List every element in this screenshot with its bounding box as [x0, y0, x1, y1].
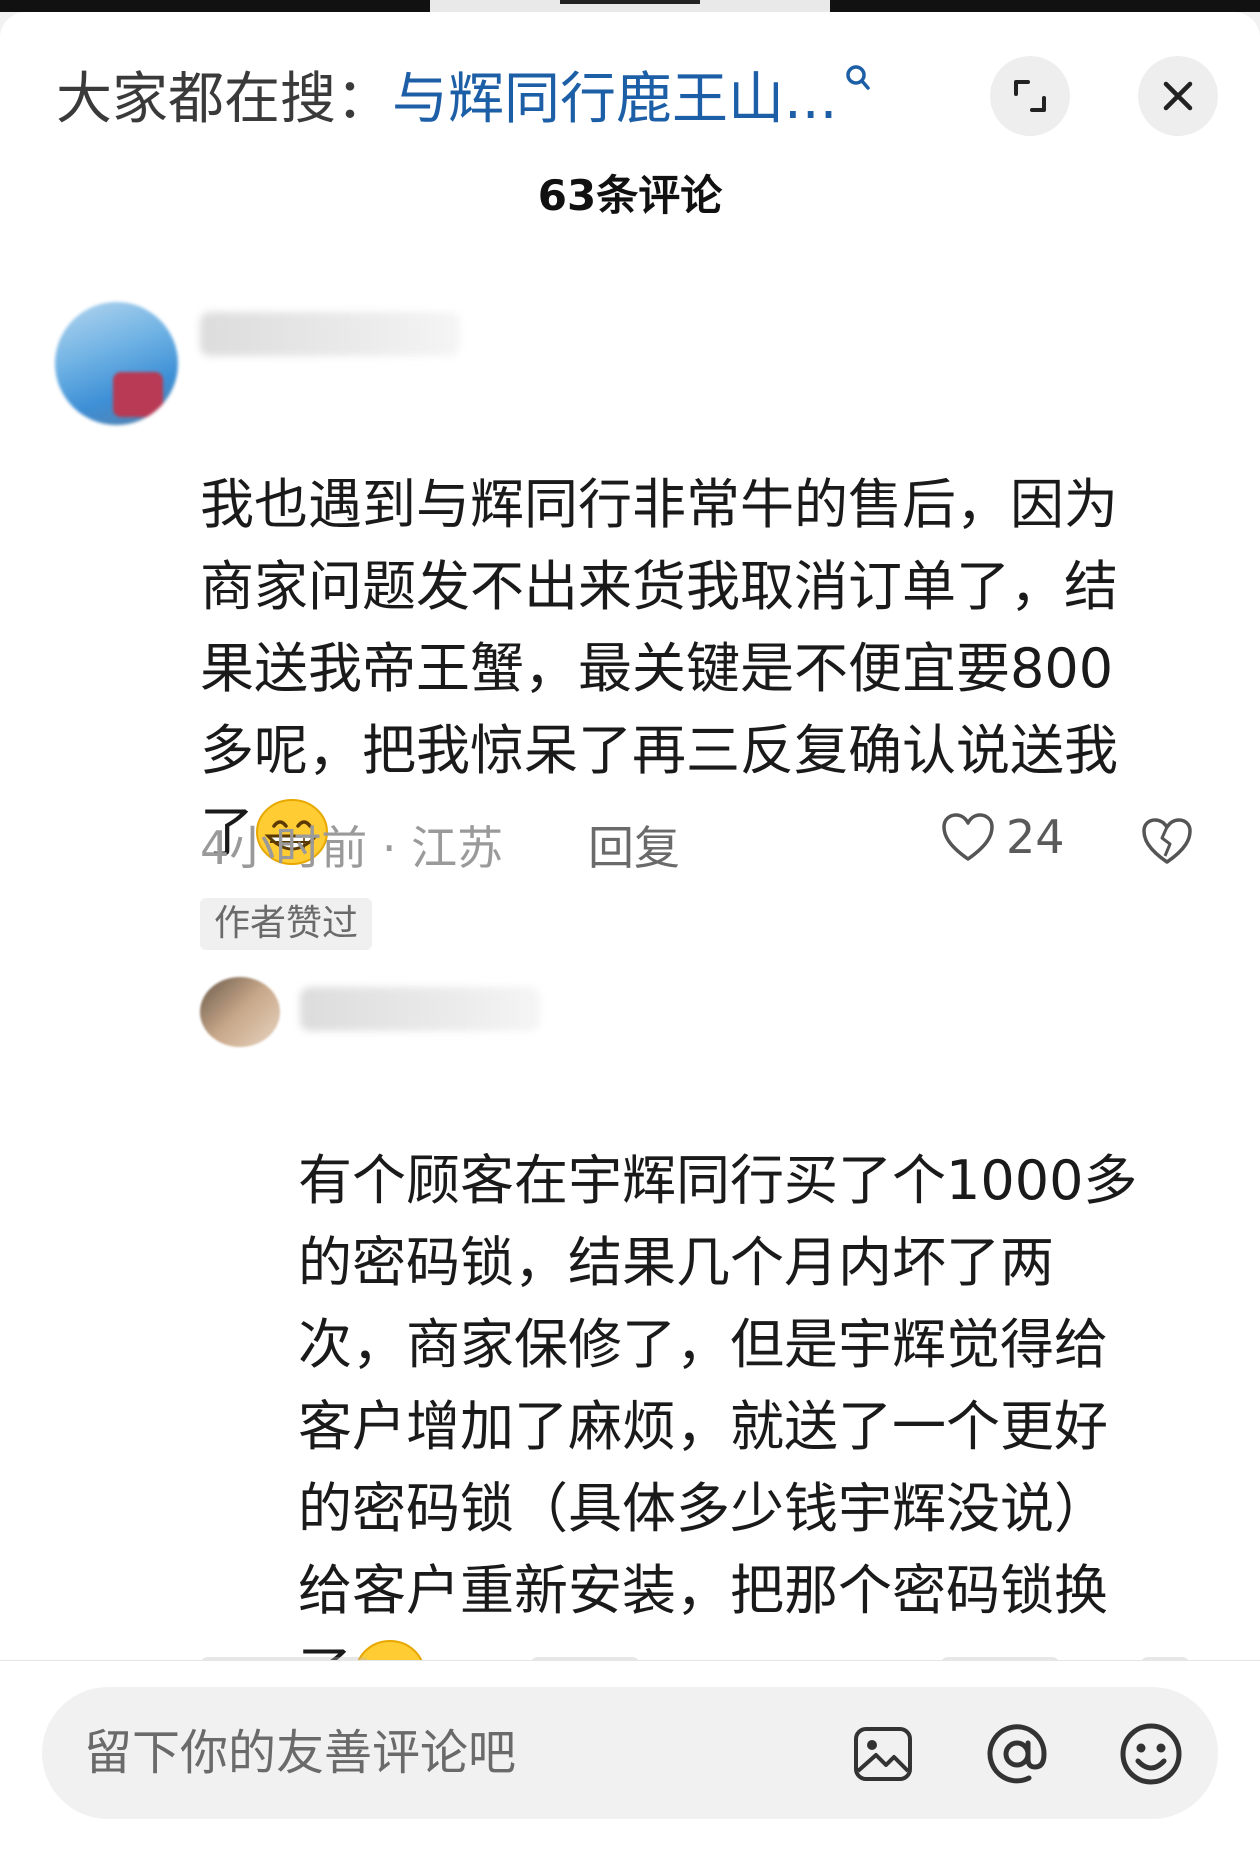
broken-heart-icon[interactable]: [1140, 816, 1194, 866]
close-button[interactable]: [1138, 56, 1218, 136]
comment-count-title: 63条评论: [537, 171, 723, 220]
avatar[interactable]: [55, 302, 178, 425]
mention-button[interactable]: [984, 1721, 1050, 1787]
meta-separator: ·: [381, 821, 412, 875]
username-blurred[interactable]: [200, 312, 460, 356]
like-button[interactable]: 24: [940, 810, 1065, 864]
reply-body: 有个顾客在宇辉同行买了个1000多 的密码锁，结果几个月内坏了两 次，商家保修了…: [298, 1149, 1138, 1704]
status-strip: [0, 0, 1260, 12]
comment-input[interactable]: 留下你的友善评论吧: [42, 1687, 1218, 1819]
author-liked-badge: 作者赞过: [200, 898, 373, 950]
comment-time: 4小时前: [200, 821, 368, 875]
search-suggestion[interactable]: 大家都在搜： 与辉同行鹿王山...: [56, 54, 871, 134]
emoji-button[interactable]: [1118, 1721, 1184, 1787]
comment-body: 我也遇到与辉同行非常牛的售后，因为 商家问题发不出来货我取消订单了，结 果送我帝…: [200, 473, 1118, 864]
like-count: 24: [1006, 810, 1065, 864]
comment-meta: 4小时前 · 江苏: [200, 812, 503, 878]
comment-text: 我也遇到与辉同行非常牛的售后，因为 商家问题发不出来货我取消订单了，结 果送我帝…: [200, 382, 1220, 874]
close-icon: [1163, 81, 1193, 111]
comment-input-bar: 留下你的友善评论吧: [0, 1660, 1260, 1851]
emoji-icon: [1120, 1723, 1182, 1785]
search-term-link[interactable]: 与辉同行鹿王山...: [392, 54, 837, 135]
heart-icon: [942, 813, 994, 861]
image-icon: [854, 1727, 912, 1781]
search-prefix: 大家都在搜：: [56, 66, 392, 132]
search-icon: [846, 65, 871, 90]
username-blurred[interactable]: [300, 987, 540, 1031]
comment-location: 江苏: [411, 821, 504, 875]
avatar[interactable]: [200, 977, 280, 1047]
comments-sheet: 大家都在搜： 与辉同行鹿王山... 63条评论 我也遇到与辉同行非常牛的售后，因…: [0, 12, 1260, 1851]
at-icon: [987, 1724, 1047, 1784]
comment-input-placeholder: 留下你的友善评论吧: [84, 1725, 517, 1781]
expand-icon: [1014, 80, 1046, 112]
image-button[interactable]: [850, 1721, 916, 1787]
reply-button[interactable]: 回复: [588, 812, 680, 878]
expand-button[interactable]: [990, 56, 1070, 136]
